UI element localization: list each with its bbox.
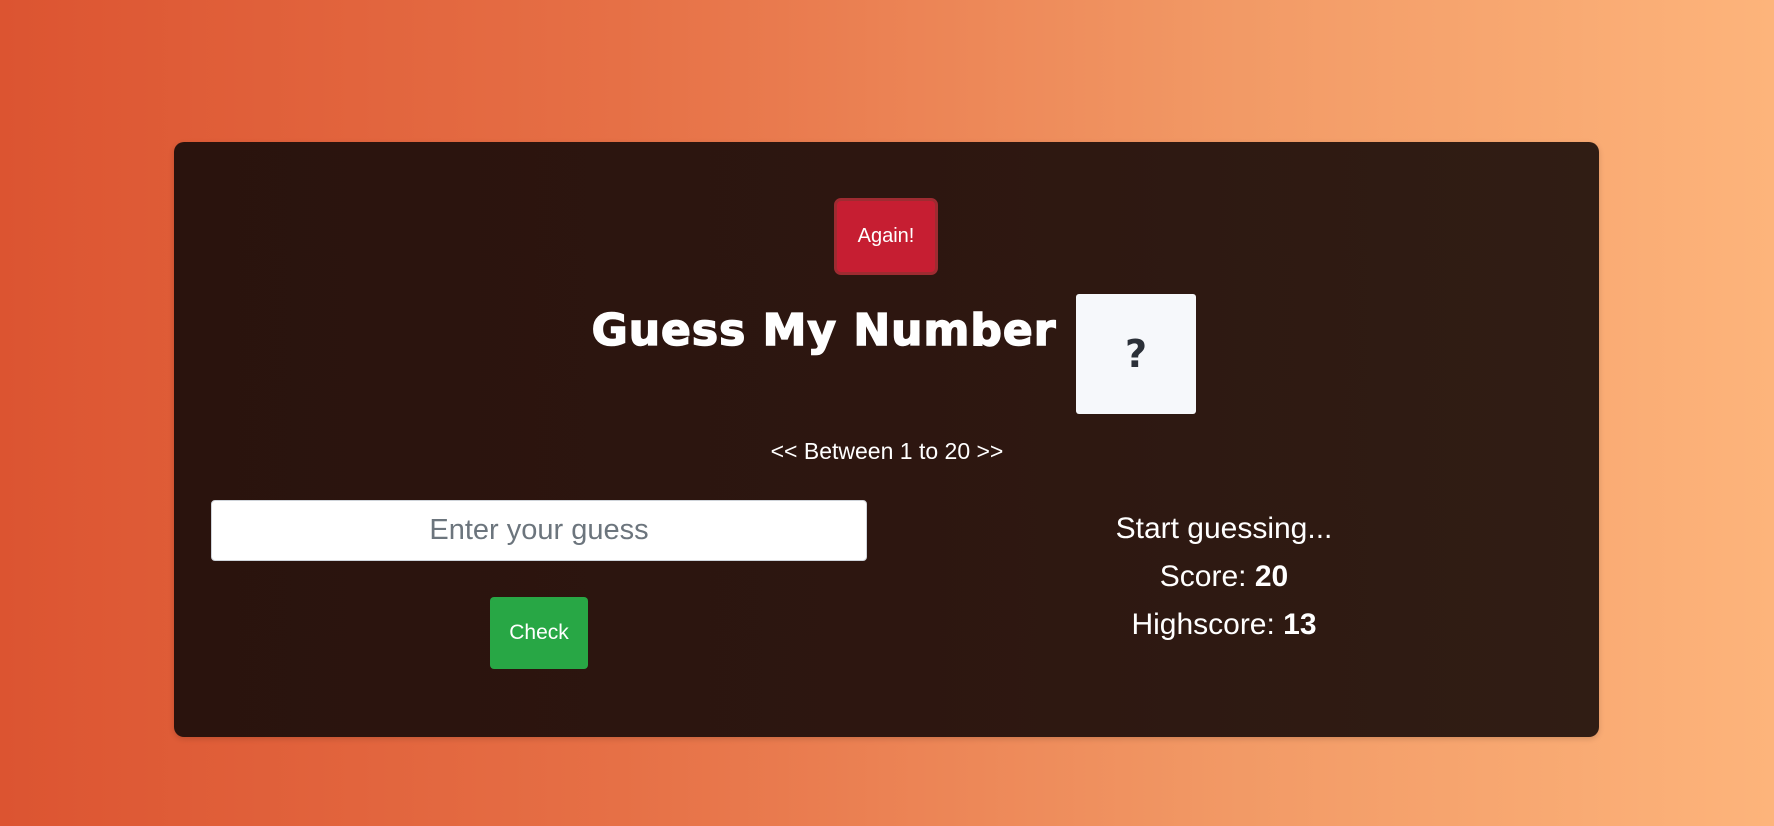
highscore-line: Highscore: 13 <box>1054 608 1394 642</box>
again-button[interactable]: Again! <box>834 198 938 275</box>
secret-number-box: ? <box>1076 294 1196 414</box>
highscore-value: 13 <box>1283 608 1317 641</box>
highscore-label: Highscore: <box>1131 608 1284 641</box>
guess-input[interactable] <box>211 500 867 561</box>
check-button[interactable]: Check <box>490 597 588 669</box>
score-label: Score: <box>1159 560 1255 593</box>
status-message: Start guessing... <box>1115 512 1333 545</box>
score-line: Score: 20 <box>1054 560 1394 594</box>
score-value: 20 <box>1254 560 1289 593</box>
secret-number-display: ? <box>1124 332 1148 376</box>
page-title: Guess My Number <box>591 305 1057 356</box>
range-hint: << Between 1 to 20 >> <box>770 438 1004 464</box>
game-card: Again! Guess My Number ? << Between 1 to… <box>174 142 1599 737</box>
